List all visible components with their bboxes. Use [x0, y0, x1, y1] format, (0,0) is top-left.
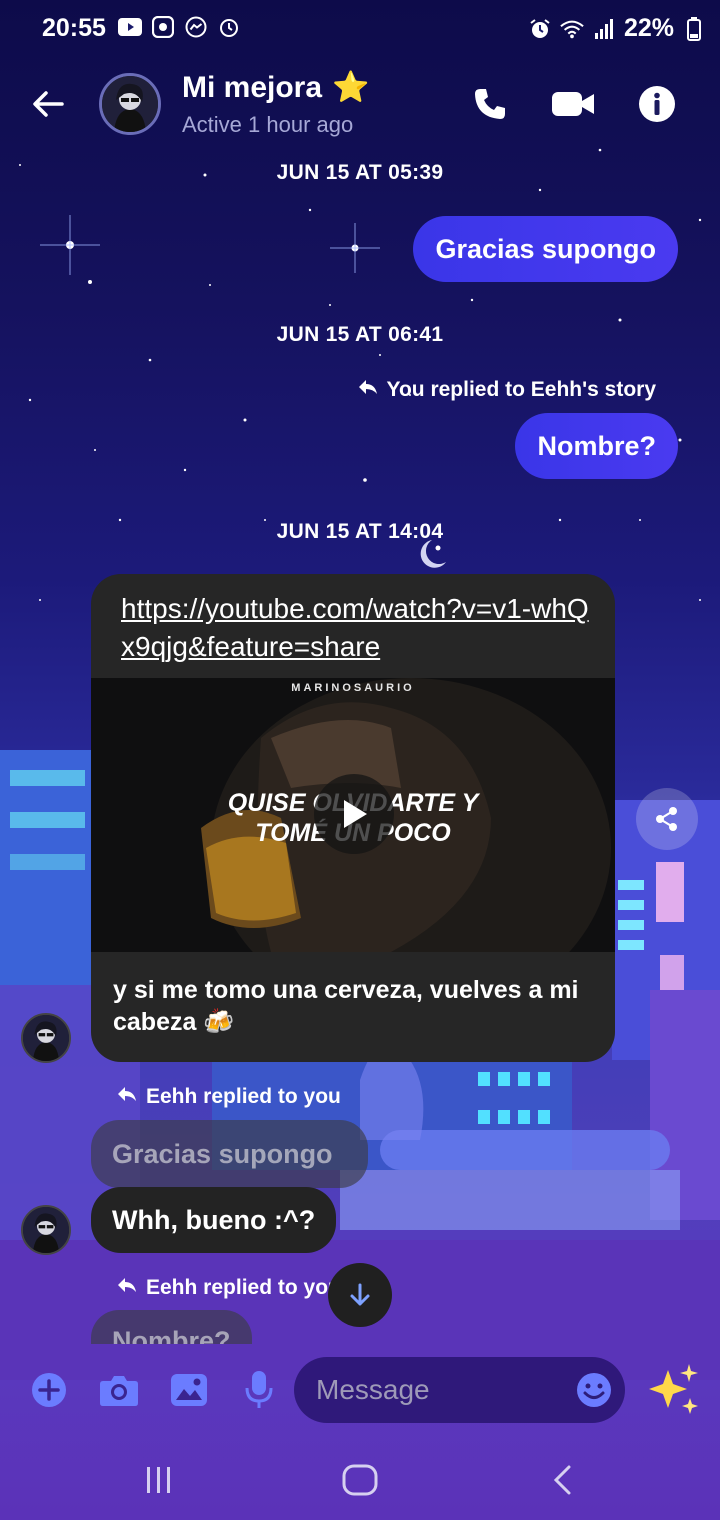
arrow-down-icon	[350, 1283, 370, 1306]
alarm-icon	[528, 17, 552, 41]
quoted-message-clip: Nombre?	[91, 1310, 261, 1344]
reply-arrow-icon	[116, 1276, 138, 1300]
share-icon[interactable]	[636, 788, 698, 850]
contact-avatar-small[interactable]	[21, 1013, 71, 1063]
battery-icon	[682, 16, 706, 41]
video-brand: MARINOSAURIO	[291, 682, 415, 694]
star-emoji: ⭐	[332, 71, 370, 104]
link-caption: y si me tomo una cerveza, vuelves a mi c…	[113, 976, 579, 1036]
timestamp: JUN 15 AT 14:04	[276, 520, 444, 543]
youtube-icon	[118, 15, 142, 39]
video-thumbnail[interactable]: MARINOSAURIO QUISE OLVIDARTE Y TOMÉ UN P…	[91, 678, 615, 952]
navigation-bar	[0, 1440, 720, 1520]
timestamp: JUN 15 AT 06:41	[276, 323, 444, 346]
reply-note-text: Eehh replied to you	[146, 1085, 341, 1108]
reply-note-text: You replied to Eehh's story	[386, 378, 656, 401]
wifi-icon	[560, 17, 584, 41]
plus-icon[interactable]	[27, 1368, 71, 1412]
emoji-icon[interactable]	[575, 1371, 613, 1409]
contact-avatar-small[interactable]	[21, 1205, 71, 1255]
play-icon[interactable]	[314, 774, 394, 854]
sparkles-icon	[649, 1364, 698, 1414]
outgoing-message[interactable]: Nombre?	[515, 413, 678, 479]
messenger-icon	[184, 15, 208, 39]
info-icon[interactable]	[635, 82, 679, 126]
youtube-link-message[interactable]: https://youtube.com/watch?v=v1-whQx9qjg&…	[91, 574, 615, 1062]
outgoing-message[interactable]: Gracias supongo	[413, 216, 678, 282]
app-icon	[151, 15, 175, 39]
message-input[interactable]: Message	[294, 1357, 625, 1423]
scroll-down-button[interactable]	[328, 1263, 392, 1327]
back-icon[interactable]	[543, 1460, 583, 1500]
video-call-icon[interactable]	[551, 82, 595, 126]
alarm-icon	[217, 15, 241, 39]
contact-avatar[interactable]	[99, 73, 161, 135]
reply-arrow-icon	[357, 378, 379, 402]
active-status: Active 1 hour ago	[182, 112, 354, 137]
gallery-icon[interactable]	[167, 1368, 211, 1412]
link-url[interactable]: https://youtube.com/watch?v=v1-whQx9qjg&…	[121, 590, 601, 666]
reply-note: Eehh replied to you	[116, 1276, 341, 1300]
recent-apps-icon[interactable]	[139, 1460, 179, 1500]
incoming-message[interactable]: Whh, bueno :^?	[91, 1187, 337, 1253]
conversation-header: Mi mejora ⭐ Active 1 hour ago	[0, 62, 720, 146]
message-composer: Message	[0, 1344, 720, 1440]
signal-icon	[592, 17, 616, 41]
timestamp: JUN 15 AT 05:39	[276, 161, 444, 184]
status-bar: 20:55 22%	[0, 0, 720, 56]
home-icon[interactable]	[340, 1460, 380, 1500]
reply-note-text: Eehh replied to you	[146, 1276, 341, 1299]
reply-note: Eehh replied to you	[116, 1085, 341, 1109]
message-placeholder: Message	[316, 1374, 430, 1405]
quoted-message[interactable]: Nombre?	[91, 1310, 252, 1344]
phone-icon[interactable]	[468, 82, 512, 126]
microphone-icon[interactable]	[237, 1368, 281, 1412]
reply-arrow-icon	[116, 1085, 138, 1109]
quoted-message[interactable]: Gracias supongo	[91, 1120, 368, 1188]
back-arrow-icon[interactable]	[28, 84, 68, 124]
story-reply-note: You replied to Eehh's story	[357, 378, 656, 402]
status-time: 20:55	[42, 14, 106, 42]
contact-name: Mi mejora	[182, 70, 323, 104]
battery-percent: 22%	[623, 14, 674, 42]
camera-icon[interactable]	[97, 1368, 141, 1412]
sparkle-emoji-button[interactable]	[646, 1362, 702, 1418]
